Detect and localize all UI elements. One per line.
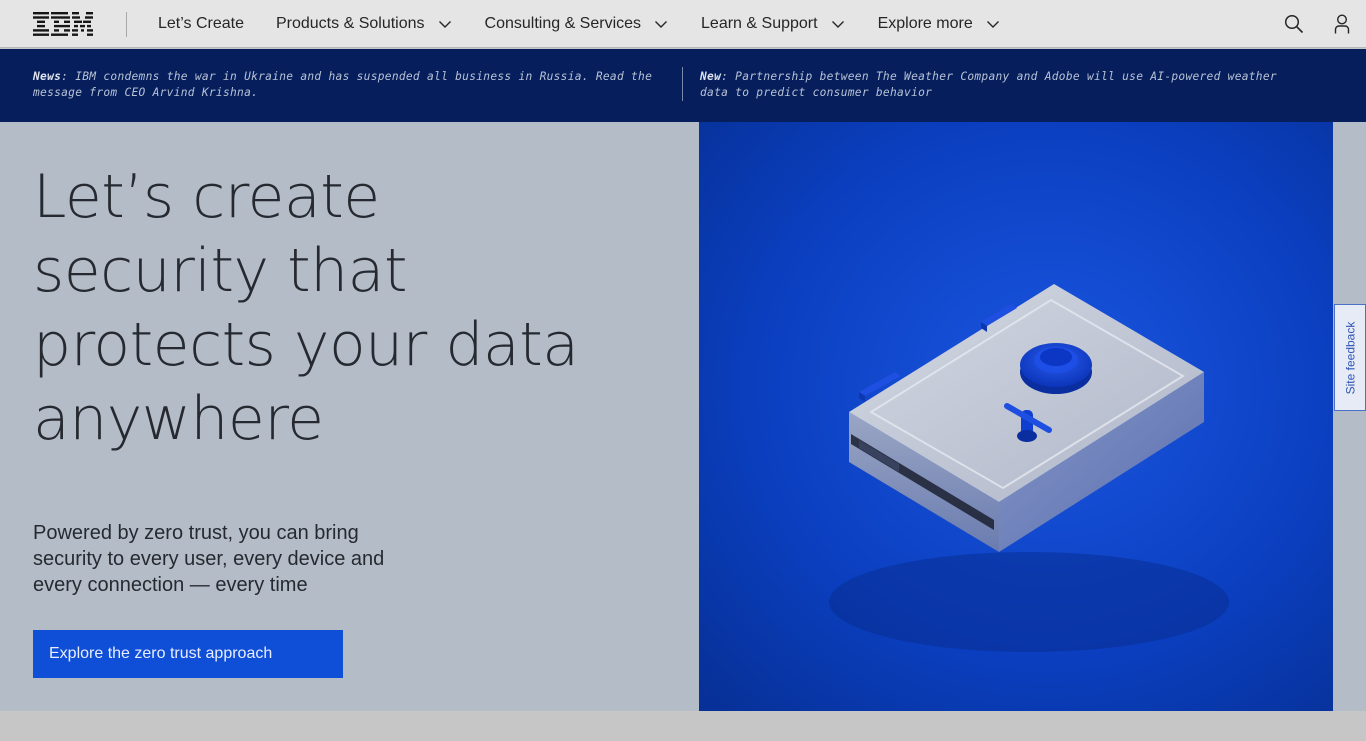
search-icon [1284, 14, 1304, 34]
nav-item-products-solutions[interactable]: Products & Solutions [260, 0, 469, 48]
news-link-weather-adobe[interactable]: New: Partnership between The Weather Com… [700, 69, 1300, 101]
hero-title: Let’s create security that protects your… [33, 162, 579, 454]
news-bar: News: IBM condemns the war in Ukraine an… [0, 49, 1366, 122]
chevron-down-icon [831, 21, 844, 28]
news-link-ukraine[interactable]: News: IBM condemns the war in Ukraine an… [33, 69, 653, 101]
nav-item-label: Learn & Support [701, 15, 818, 32]
hero-image-safe [699, 122, 1333, 711]
masthead: Let’s Create Products & Solutions Consul… [0, 0, 1366, 48]
nav-item-label: Let’s Create [158, 15, 244, 32]
explore-zero-trust-button[interactable]: Explore the zero trust approach [33, 630, 343, 678]
masthead-actions [1270, 0, 1366, 48]
news-divider [682, 67, 683, 101]
ibm-logo[interactable] [33, 12, 93, 36]
logo-divider [126, 12, 127, 37]
news-prefix: News [33, 70, 62, 83]
nav-item-label: Consulting & Services [484, 15, 642, 32]
nav-item-consulting-services[interactable]: Consulting & Services [469, 0, 686, 48]
nav-item-label: Explore more [877, 15, 973, 32]
nav-item-explore-more[interactable]: Explore more [862, 0, 1017, 48]
news-prefix: New [700, 70, 722, 83]
site-feedback-tab[interactable]: Site feedback [1334, 304, 1366, 411]
page-bottom-strip [0, 711, 1366, 741]
chevron-down-icon [986, 21, 999, 28]
hero-subtitle: Powered by zero trust, you can bring sec… [33, 522, 385, 596]
hero-section: Let’s create security that protects your… [0, 122, 1366, 711]
nav-item-lets-create[interactable]: Let’s Create [142, 0, 260, 48]
site-feedback-label: Site feedback [1343, 321, 1357, 394]
hero-right-margin [1333, 122, 1366, 711]
profile-button[interactable] [1318, 0, 1366, 48]
nav-item-learn-support[interactable]: Learn & Support [685, 0, 862, 48]
user-icon [1334, 14, 1350, 34]
news-text: : IBM condemns the war in Ukraine and ha… [33, 70, 653, 99]
nav-item-label: Products & Solutions [275, 15, 425, 32]
chevron-down-icon [438, 21, 451, 28]
news-text: : Partnership between The Weather Compan… [700, 70, 1277, 99]
main-nav: Let’s Create Products & Solutions Consul… [142, 0, 1017, 48]
chevron-down-icon [655, 21, 668, 28]
search-button[interactable] [1270, 0, 1318, 48]
